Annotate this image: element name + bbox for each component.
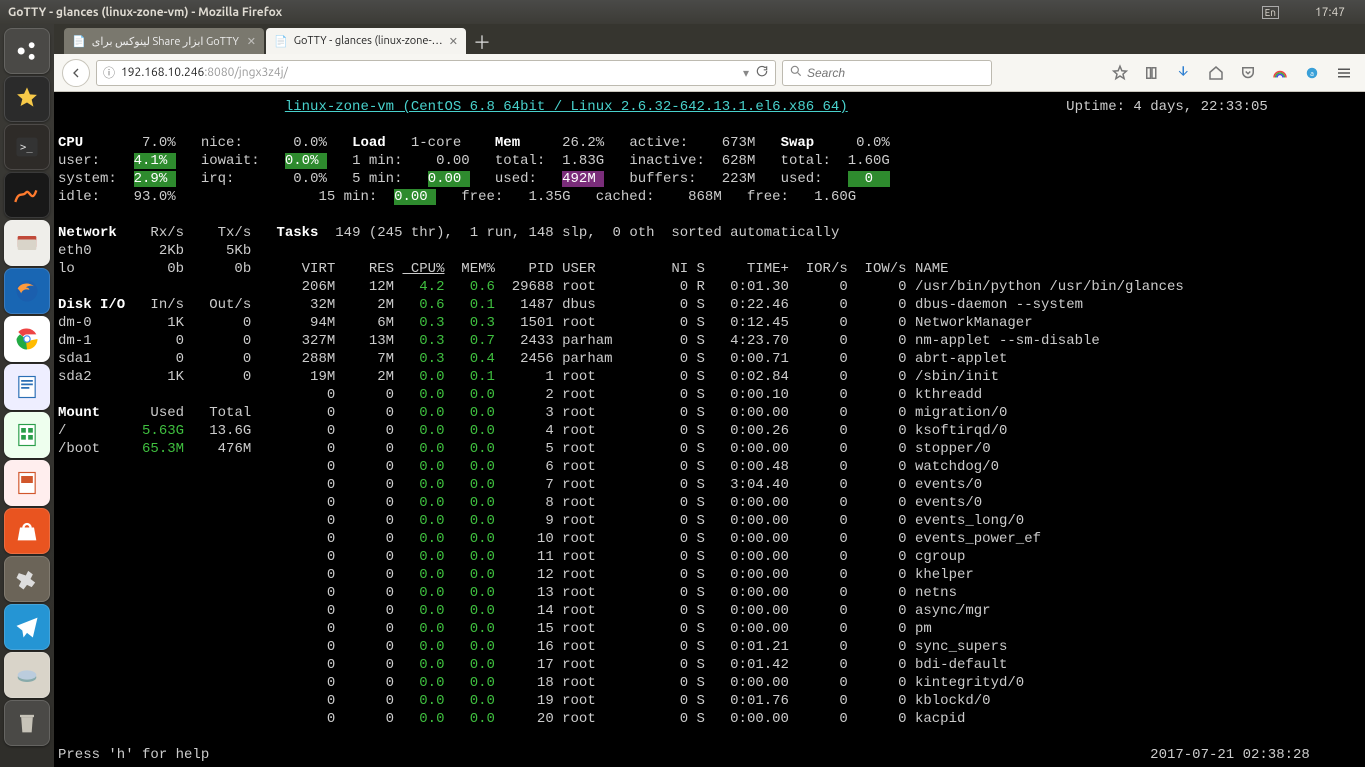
nav-toolbar: ⓘ 192.168.10.246:8080/jngx3z4j/ ▾ a (54, 54, 1365, 92)
new-tab-button[interactable]: ＋ (468, 30, 496, 54)
hamburger-menu-icon[interactable] (1331, 60, 1357, 86)
launcher-psensor-icon[interactable] (4, 172, 50, 218)
pocket-icon[interactable] (1235, 60, 1261, 86)
dropdown-chevron-icon[interactable]: ▾ (743, 66, 749, 80)
search-input[interactable] (807, 66, 985, 80)
tab-1[interactable]: 📄 GoTTY - glances (linux-zone-vm ✕ (266, 28, 466, 54)
tab-favicon-icon: 📄 (72, 35, 86, 48)
launcher-settings-icon[interactable] (4, 556, 50, 602)
tab-0[interactable]: 📄 لینوکس برای Share ابزار GoTTY ✕ (64, 28, 264, 54)
terminal-content[interactable]: linux-zone-vm (CentOS 6.8 64bit / Linux … (54, 92, 1365, 767)
tab-label: لینوکس برای Share ابزار GoTTY (92, 35, 239, 48)
unity-launcher: >_ (0, 24, 54, 767)
rainbow-addon-icon[interactable] (1267, 60, 1293, 86)
tab-label: GoTTY - glances (linux-zone-vm (294, 35, 443, 47)
identity-info-icon[interactable]: ⓘ (103, 64, 115, 81)
launcher-chrome-icon[interactable] (4, 316, 50, 362)
back-button[interactable] (62, 59, 90, 87)
svg-text:>_: >_ (20, 142, 33, 154)
downloads-icon[interactable] (1171, 60, 1197, 86)
close-icon[interactable]: ✕ (449, 35, 458, 48)
ubuntu-top-panel: GoTTY - glances (linux-zone-vm) - Mozill… (0, 0, 1365, 24)
home-icon[interactable] (1203, 60, 1229, 86)
addon-circle-icon[interactable]: a (1299, 60, 1325, 86)
search-icon (789, 64, 803, 82)
window-title: GoTTY - glances (linux-zone-vm) - Mozill… (8, 6, 1238, 19)
svg-text:a: a (1310, 70, 1314, 78)
launcher-impress-icon[interactable] (4, 460, 50, 506)
launcher-firefox-icon[interactable] (4, 268, 50, 314)
reload-button[interactable] (755, 64, 769, 81)
launcher-device-icon[interactable] (4, 652, 50, 698)
launcher-files-icon[interactable] (4, 220, 50, 266)
tab-favicon-icon: 📄 (274, 35, 288, 48)
search-box[interactable] (782, 60, 992, 86)
launcher-telegram-icon[interactable] (4, 604, 50, 650)
tab-strip: 📄 لینوکس برای Share ابزار GoTTY ✕ 📄 GoTT… (54, 24, 1365, 54)
library-icon[interactable] (1139, 60, 1165, 86)
url-bar[interactable]: ⓘ 192.168.10.246:8080/jngx3z4j/ ▾ (96, 60, 776, 86)
launcher-trash-icon[interactable] (4, 700, 50, 746)
launcher-calc-icon[interactable] (4, 412, 50, 458)
launcher-writer-icon[interactable] (4, 364, 50, 410)
close-icon[interactable]: ✕ (247, 35, 256, 48)
firefox-window: 📄 لینوکس برای Share ابزار GoTTY ✕ 📄 GoTT… (54, 24, 1365, 767)
launcher-software-icon[interactable] (4, 508, 50, 554)
lang-indicator[interactable]: En (1262, 6, 1279, 19)
url-text: 192.168.10.246:8080/jngx3z4j/ (121, 66, 737, 79)
launcher-star-icon[interactable] (4, 76, 50, 122)
clock[interactable]: 17:47 (1315, 6, 1345, 19)
launcher-terminal-icon[interactable]: >_ (4, 124, 50, 170)
launcher-dash-icon[interactable] (4, 28, 50, 74)
bookmark-star-icon[interactable] (1107, 60, 1133, 86)
